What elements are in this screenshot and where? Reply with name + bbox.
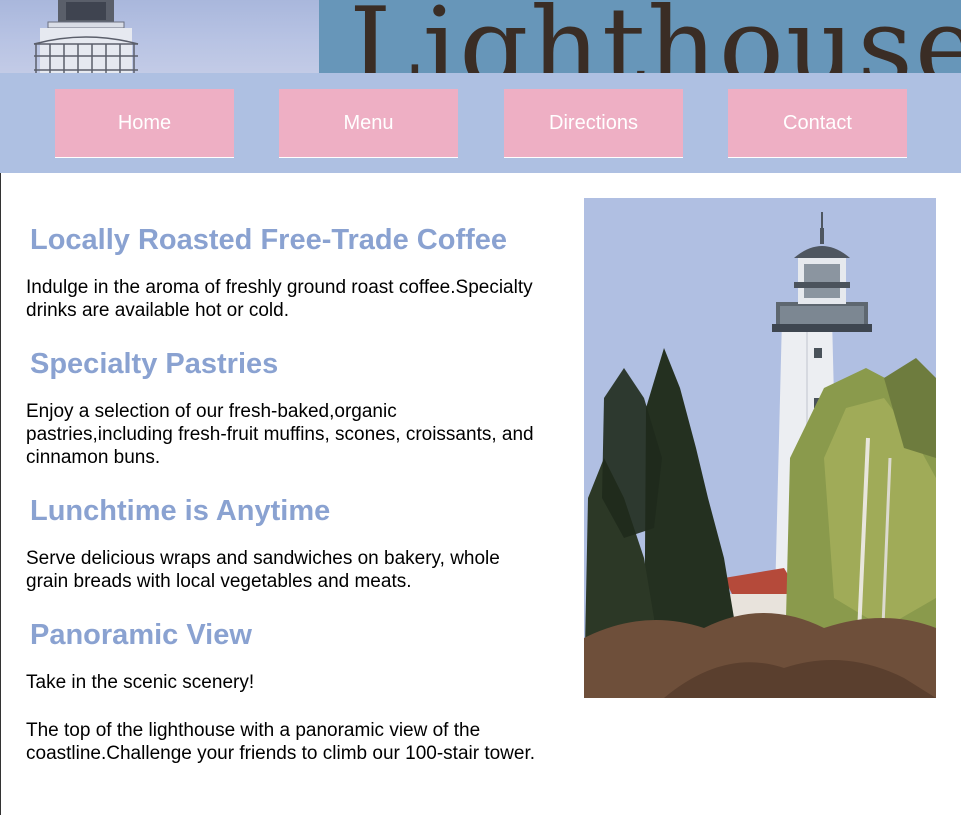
section-heading-lunch: Lunchtime is Anytime: [30, 495, 331, 527]
nav-menu-button[interactable]: Menu: [279, 89, 458, 158]
lighthouse-banner-image: [0, 0, 319, 73]
section-text-coffee: Indulge in the aroma of freshly ground r…: [26, 277, 533, 321]
logo-text: Lighthouse: [349, 0, 961, 73]
section-text-view-2: The top of the lighthouse with a panoram…: [26, 720, 536, 764]
lighthouse-top-icon: [33, 0, 139, 73]
nav-home-button[interactable]: Home: [55, 89, 234, 158]
lighthouse-photo: [584, 198, 936, 698]
header-banner: Lighthouse: [0, 0, 961, 73]
logo: Lighthouse: [319, 0, 961, 73]
content-left-border: [0, 173, 1, 815]
nav-contact-button[interactable]: Contact: [728, 89, 907, 158]
nav-directions-button[interactable]: Directions: [504, 89, 683, 158]
section-heading-view: Panoramic View: [30, 619, 252, 651]
main-content: Locally Roasted Free-Trade Coffee Indulg…: [26, 173, 546, 765]
section-text-view-1: Take in the scenic scenery!: [26, 672, 255, 693]
section-text-lunch: Serve delicious wraps and sandwiches on …: [26, 548, 500, 592]
main-nav: Home Menu Directions Contact: [0, 73, 961, 173]
section-heading-pastries: Specialty Pastries: [30, 348, 279, 380]
section-heading-coffee: Locally Roasted Free-Trade Coffee: [30, 224, 508, 256]
lighthouse-image-icon: [584, 198, 936, 698]
section-text-pastries: Enjoy a selection of our fresh-baked,org…: [26, 401, 534, 468]
